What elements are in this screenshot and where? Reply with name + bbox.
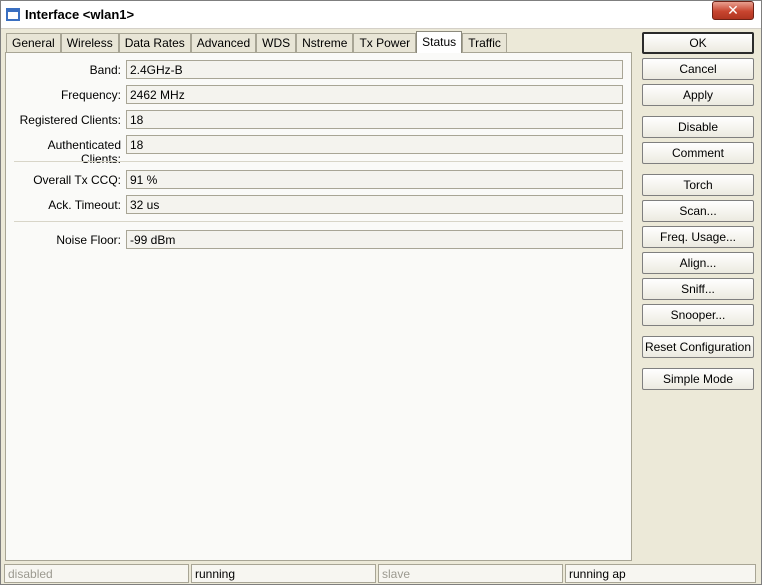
- close-icon: ✕: [727, 2, 739, 18]
- cancel-button[interactable]: Cancel: [642, 58, 754, 80]
- authenticated-clients-field: 18: [126, 135, 623, 154]
- freq-usage-button[interactable]: Freq. Usage...: [642, 226, 754, 248]
- band-row: Band: 2.4GHz-B: [6, 60, 633, 80]
- status-running-ap: running ap: [565, 564, 756, 583]
- overall-tx-ccq-label: Overall Tx CCQ:: [33, 173, 121, 187]
- ack-timeout-label: Ack. Timeout:: [48, 198, 121, 212]
- window-title: Interface <wlan1>: [25, 7, 135, 22]
- window-icon: [6, 8, 20, 21]
- registered-clients-field: 18: [126, 110, 623, 129]
- title-bar[interactable]: Interface <wlan1> ✕: [1, 1, 761, 29]
- tab-bar: General Wireless Data Rates Advanced WDS…: [6, 31, 507, 53]
- frequency-label: Frequency:: [60, 88, 121, 102]
- comment-button[interactable]: Comment: [642, 142, 754, 164]
- interface-window: Interface <wlan1> ✕ General Wireless Dat…: [0, 0, 762, 585]
- tab-data-rates[interactable]: Data Rates: [118, 33, 191, 53]
- align-button[interactable]: Align...: [642, 252, 754, 274]
- apply-button[interactable]: Apply: [642, 84, 754, 106]
- close-button[interactable]: ✕: [712, 1, 754, 20]
- separator: [14, 161, 623, 162]
- frequency-field: 2462 MHz: [126, 85, 623, 104]
- torch-button[interactable]: Torch: [642, 174, 754, 196]
- band-field: 2.4GHz-B: [126, 60, 623, 79]
- status-panel: Band: 2.4GHz-B Frequency: 2462 MHz Regis…: [5, 52, 632, 561]
- separator: [14, 221, 623, 222]
- tab-wireless[interactable]: Wireless: [60, 33, 119, 53]
- noise-floor-label: Noise Floor:: [56, 233, 121, 247]
- ack-timeout-field: 32 us: [126, 195, 623, 214]
- overall-tx-ccq-row: Overall Tx CCQ: 91 %: [6, 170, 633, 190]
- tab-status[interactable]: Status: [416, 31, 463, 53]
- tab-general[interactable]: General: [6, 33, 61, 53]
- disable-button[interactable]: Disable: [642, 116, 754, 138]
- status-bar: disabled running slave running ap: [4, 564, 758, 583]
- noise-floor-field: -99 dBm: [126, 230, 623, 249]
- tab-traffic[interactable]: Traffic: [462, 33, 507, 53]
- authenticated-clients-row: Authenticated Clients: 18: [6, 135, 633, 166]
- status-running: running: [191, 564, 376, 583]
- status-slave: slave: [378, 564, 563, 583]
- scan-button[interactable]: Scan...: [642, 200, 754, 222]
- tab-advanced[interactable]: Advanced: [190, 33, 257, 53]
- ack-timeout-row: Ack. Timeout: 32 us: [6, 195, 633, 215]
- sniff-button[interactable]: Sniff...: [642, 278, 754, 300]
- band-label: Band:: [89, 63, 121, 77]
- snooper-button[interactable]: Snooper...: [642, 304, 754, 326]
- reset-configuration-button[interactable]: Reset Configuration: [642, 336, 754, 358]
- registered-clients-label: Registered Clients:: [19, 113, 121, 127]
- simple-mode-button[interactable]: Simple Mode: [642, 368, 754, 390]
- noise-floor-row: Noise Floor: -99 dBm: [6, 230, 633, 250]
- tab-tx-power[interactable]: Tx Power: [353, 33, 417, 53]
- frequency-row: Frequency: 2462 MHz: [6, 85, 633, 105]
- tab-wds[interactable]: WDS: [256, 33, 297, 53]
- overall-tx-ccq-field: 91 %: [126, 170, 623, 189]
- registered-clients-row: Registered Clients: 18: [6, 110, 633, 130]
- status-disabled: disabled: [4, 564, 189, 583]
- tab-nstreme[interactable]: Nstreme: [296, 33, 354, 53]
- ok-button[interactable]: OK: [642, 32, 754, 54]
